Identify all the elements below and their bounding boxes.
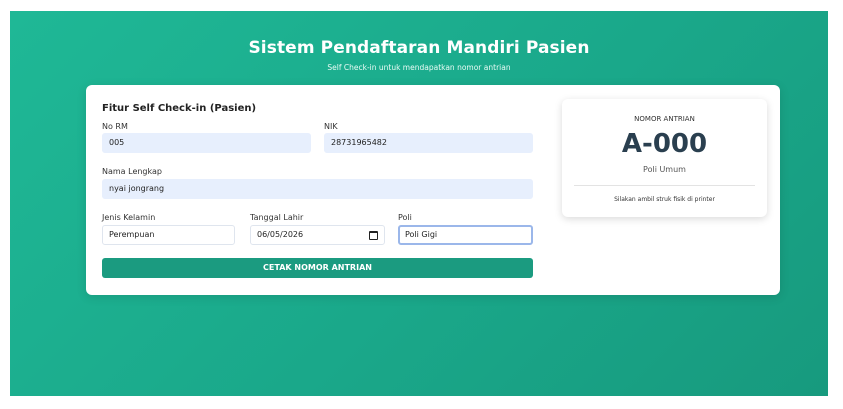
nik-input[interactable]: 28731965482 xyxy=(324,133,533,153)
app-background: Sistem Pendaftaran Mandiri Pasien Self C… xyxy=(10,11,828,396)
tanggal-lahir-input[interactable]: 06/05/2026 xyxy=(250,225,385,245)
page-title: Sistem Pendaftaran Mandiri Pasien xyxy=(248,38,590,58)
poli-label: Poli xyxy=(398,213,412,222)
queue-label: NOMOR ANTRIAN xyxy=(634,115,695,123)
queue-poli: Poli Umum xyxy=(643,165,686,174)
tanggal-lahir-label: Tanggal Lahir xyxy=(250,213,304,222)
no-rm-label: No RM xyxy=(102,122,128,131)
queue-divider xyxy=(574,185,755,186)
nik-label: NIK xyxy=(324,122,338,131)
no-rm-input[interactable]: 005 xyxy=(102,133,311,153)
cetak-nomor-antrian-button[interactable]: CETAK NOMOR ANTRIAN xyxy=(102,258,533,278)
jenis-kelamin-label: Jenis Kelamin xyxy=(102,213,156,222)
form-title: Fitur Self Check-in (Pasien) xyxy=(102,103,257,114)
calendar-icon[interactable] xyxy=(369,231,378,240)
poli-input[interactable]: Poli Gigi xyxy=(398,225,533,245)
tanggal-lahir-value: 06/05/2026 xyxy=(257,230,304,239)
queue-number: A-000 xyxy=(621,129,708,159)
queue-number-card: NOMOR ANTRIAN A-000 Poli Umum Silakan am… xyxy=(562,99,767,217)
queue-note: Silakan ambil struk fisik di printer xyxy=(614,196,715,203)
jenis-kelamin-input[interactable]: Perempuan xyxy=(102,225,235,245)
nama-lengkap-input[interactable]: nyai jongrang xyxy=(102,179,533,199)
nama-lengkap-label: Nama Lengkap xyxy=(102,167,162,176)
page-subtitle: Self Check-in untuk mendapatkan nomor an… xyxy=(327,63,511,72)
